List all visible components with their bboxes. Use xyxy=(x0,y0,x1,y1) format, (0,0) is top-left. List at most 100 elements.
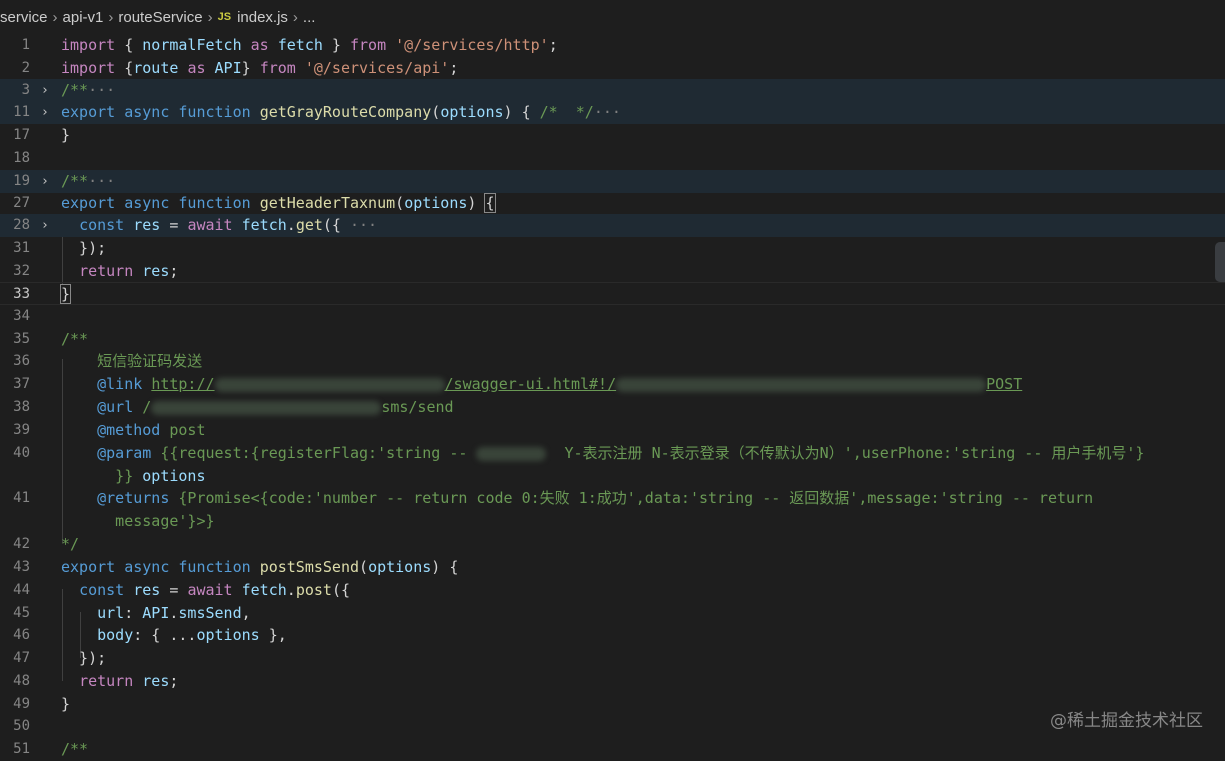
line-number: 46 xyxy=(13,627,30,643)
code-line-folded: 3 › /**··· xyxy=(0,79,1225,102)
code-line: 34 xyxy=(0,305,1225,328)
line-number: 42 xyxy=(13,536,30,552)
line-number: 41 xyxy=(13,490,30,506)
code-text[interactable]: return res; xyxy=(61,260,178,283)
code-text[interactable]: } xyxy=(59,283,72,306)
link-text: POST xyxy=(986,375,1023,393)
scrollbar-thumb[interactable] xyxy=(1215,242,1225,282)
code-line: 46 body: { ...options }, xyxy=(0,624,1225,647)
code-line: 41 @returns {Promise<{code:'number -- re… xyxy=(0,487,1225,533)
breadcrumb-item-api-v1[interactable]: api-v1 xyxy=(63,9,104,26)
breadcrumb-item-routeservice[interactable]: routeService xyxy=(118,9,202,26)
line-number: 37 xyxy=(13,376,30,392)
code-text[interactable]: export async function getGrayRouteCompan… xyxy=(61,101,621,124)
code-line: 45 url: API.smsSend, xyxy=(0,602,1225,625)
line-number: 40 xyxy=(13,445,30,461)
code-text[interactable]: } xyxy=(61,693,70,716)
line-number: 33 xyxy=(13,286,30,302)
code-text[interactable]: const res = await fetch.get({ ··· xyxy=(61,214,377,237)
link-text: /swagger-ui.html#!/ xyxy=(444,375,617,393)
code-text[interactable]: /**··· xyxy=(61,170,115,193)
line-number: 1 xyxy=(21,37,30,53)
fold-chevron-icon[interactable]: › xyxy=(41,170,49,193)
code-line: 31 }); xyxy=(0,237,1225,260)
fold-chevron-icon[interactable]: › xyxy=(41,101,49,124)
line-number: 45 xyxy=(13,605,30,621)
code-line: 32 return res; xyxy=(0,260,1225,283)
code-line: 39 @method post xyxy=(0,419,1225,442)
chevron-right-icon: › xyxy=(292,8,298,26)
code-text[interactable]: @url / sms/send xyxy=(61,396,454,419)
code-text[interactable]: */ xyxy=(61,533,79,556)
line-number: 47 xyxy=(13,650,30,666)
code-text[interactable]: import { normalFetch as fetch } from '@/… xyxy=(61,34,558,57)
line-number: 44 xyxy=(13,582,30,598)
url-text: sms/send xyxy=(381,398,454,416)
chevron-right-icon: › xyxy=(52,8,58,26)
fold-chevron-icon[interactable]: › xyxy=(41,79,49,102)
chevron-right-icon: › xyxy=(207,8,213,26)
code-line: 1 import { normalFetch as fetch } from '… xyxy=(0,34,1225,57)
line-number: 17 xyxy=(13,127,30,143)
line-number: 28 xyxy=(13,217,30,233)
breadcrumb-more[interactable]: ... xyxy=(303,9,316,26)
line-number: 36 xyxy=(13,353,30,369)
code-text[interactable]: export async function postSmsSend(option… xyxy=(61,556,458,579)
code-line: 50 xyxy=(0,715,1225,738)
line-number: 19 xyxy=(13,173,30,189)
code-text[interactable]: @param {{request:{registerFlag:'string -… xyxy=(61,442,1144,488)
code-text[interactable]: }); xyxy=(61,237,106,260)
code-text[interactable]: @method post xyxy=(61,419,205,442)
line-number: 51 xyxy=(13,741,30,757)
code-line: 48 return res; xyxy=(0,670,1225,693)
line-number: 48 xyxy=(13,673,30,689)
code-line: 36 短信验证码发送 xyxy=(0,350,1225,373)
breadcrumb-item-file[interactable]: index.js xyxy=(237,9,288,26)
line-number: 49 xyxy=(13,696,30,712)
swagger-link[interactable]: http:///swagger-ui.html#!/POST xyxy=(151,375,1022,393)
code-text[interactable]: const res = await fetch.post({ xyxy=(61,579,350,602)
fold-chevron-icon[interactable]: › xyxy=(41,214,49,237)
code-text[interactable]: return res; xyxy=(61,670,178,693)
line-number: 39 xyxy=(13,422,30,438)
code-text[interactable]: import {route as API} from '@/services/a… xyxy=(61,57,458,80)
code-line: 49 } xyxy=(0,693,1225,716)
line-number: 18 xyxy=(13,150,30,166)
code-editor[interactable]: 1 import { normalFetch as fetch } from '… xyxy=(0,34,1225,758)
line-number: 32 xyxy=(13,263,30,279)
code-line: 51 /** xyxy=(0,738,1225,761)
code-line: 47 }); xyxy=(0,647,1225,670)
line-number: 50 xyxy=(13,718,30,734)
code-text[interactable]: /**··· xyxy=(61,79,115,102)
code-text[interactable]: export async function getHeaderTaxnum(op… xyxy=(61,192,496,215)
line-number: 11 xyxy=(13,104,30,120)
breadcrumb-item-service[interactable]: service xyxy=(0,9,48,26)
code-text[interactable]: @link http:///swagger-ui.html#!/POST xyxy=(61,373,1022,396)
code-text[interactable]: 短信验证码发送 xyxy=(61,350,202,373)
code-line-folded: 11 › export async function getGrayRouteC… xyxy=(0,101,1225,124)
code-line: 17 } xyxy=(0,124,1225,147)
breadcrumb: service › api-v1 › routeService › JS ind… xyxy=(0,0,1225,34)
code-line: 2 import {route as API} from '@/services… xyxy=(0,57,1225,80)
line-number: 34 xyxy=(13,308,30,324)
code-text[interactable]: }); xyxy=(61,647,106,670)
line-number: 3 xyxy=(21,82,30,98)
code-line: 18 xyxy=(0,147,1225,170)
line-number: 31 xyxy=(13,240,30,256)
code-line-folded: 19 › /**··· xyxy=(0,170,1225,193)
code-text[interactable]: /** xyxy=(61,738,88,761)
code-text[interactable]: body: { ...options }, xyxy=(61,624,287,647)
code-line: 40 @param {{request:{registerFlag:'strin… xyxy=(0,442,1225,488)
code-line: 43 export async function postSmsSend(opt… xyxy=(0,556,1225,579)
code-text[interactable]: @returns {Promise<{code:'number -- retur… xyxy=(61,487,1093,533)
line-number: 27 xyxy=(13,195,30,211)
code-text[interactable]: /** xyxy=(61,328,88,351)
line-number: 38 xyxy=(13,399,30,415)
line-number: 35 xyxy=(13,331,30,347)
code-line-current: 33 } xyxy=(0,282,1225,305)
line-number: 43 xyxy=(13,559,30,575)
code-text[interactable]: } xyxy=(61,124,70,147)
code-line-folded: 28 › const res = await fetch.get({ ··· xyxy=(0,214,1225,237)
js-file-icon: JS xyxy=(217,11,232,23)
code-text[interactable]: url: API.smsSend, xyxy=(61,602,251,625)
